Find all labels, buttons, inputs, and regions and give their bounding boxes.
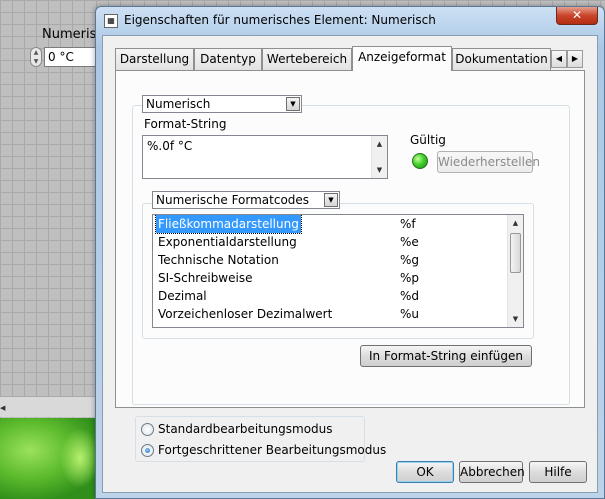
list-item[interactable]: SI-Schreibweise %p — [156, 269, 516, 287]
scroll-up-icon[interactable]: ▲ — [372, 136, 387, 152]
close-button[interactable]: ✕ — [556, 7, 598, 25]
format-codes-select-value: Numerische Formatcodes — [156, 193, 310, 207]
radio-button-checked[interactable] — [141, 444, 154, 457]
format-codes-scrollbar[interactable]: ▲ ▼ — [507, 215, 523, 327]
list-item[interactable]: Fließkommadarstellung %f — [155, 215, 516, 234]
scroll-thumb[interactable] — [510, 233, 521, 273]
dialog-client-area: Darstellung Datentyp Wertebereich Anzeig… — [102, 35, 598, 493]
tab-datentyp[interactable]: Datentyp — [194, 48, 262, 70]
tab-anzeigeformat[interactable]: Anzeigeformat — [352, 46, 452, 71]
list-item[interactable]: Exponentialdarstellung %e — [156, 233, 516, 251]
format-string-label: Format-String — [144, 117, 227, 131]
scroll-down-icon[interactable]: ▼ — [372, 162, 387, 178]
type-select[interactable]: Numerisch ▼ — [142, 95, 302, 113]
window-app-icon: ▦ — [104, 14, 118, 28]
close-icon: ✕ — [571, 8, 583, 22]
radio-button[interactable] — [141, 423, 154, 436]
window-title: Eigenschaften für numerisches Element: N… — [124, 13, 436, 27]
edit-mode-group: Standardbearbeitungsmodus Fortgeschritte… — [135, 416, 386, 462]
tab-scroll-buttons: ◀ ▶ — [551, 50, 583, 68]
tab-wertebereich[interactable]: Wertebereich — [262, 48, 352, 70]
cancel-button[interactable]: Abbrechen — [459, 461, 525, 483]
type-select-value: Numerisch — [146, 97, 211, 111]
tab-dokumentation[interactable]: Dokumentation — [452, 48, 551, 70]
format-string-input[interactable]: %.0f °C ▲ ▼ — [142, 135, 388, 179]
list-item[interactable]: Technische Notation %g — [156, 251, 516, 269]
format-string-value: %.0f °C — [147, 139, 193, 153]
scroll-left-icon[interactable]: ◀ — [0, 404, 5, 412]
format-string-scrollbar[interactable]: ▲ ▼ — [371, 136, 387, 178]
tab-scroll-right-icon[interactable]: ▶ — [567, 50, 583, 68]
ok-button[interactable]: OK — [396, 461, 454, 483]
list-item[interactable]: Dezimal %d — [156, 287, 516, 305]
list-item[interactable]: Vorzeichenloser Dezimalwert %u — [156, 305, 516, 323]
scroll-up-icon[interactable]: ▲ — [508, 215, 523, 231]
chevron-down-icon[interactable]: ▼ — [324, 193, 338, 207]
panel-scrollbar[interactable] — [0, 397, 100, 417]
tab-darstellung[interactable]: Darstellung — [115, 48, 194, 70]
restore-button[interactable]: Wiederherstellen — [437, 151, 540, 173]
valid-led-icon — [412, 153, 428, 169]
desktop-wallpaper — [0, 418, 100, 499]
scroll-down-icon[interactable]: ▼ — [508, 311, 523, 327]
tab-scroll-left-icon[interactable]: ◀ — [551, 50, 567, 68]
chevron-down-icon[interactable]: ▼ — [286, 97, 300, 111]
valid-label: Gültig — [410, 133, 446, 147]
tab-page-anzeigeformat: Numerisch ▼ Format-String %.0f °C ▲ ▼ Gü… — [115, 70, 585, 408]
properties-dialog: ▦ Eigenschaften für numerisches Element:… — [95, 6, 605, 499]
format-codes-list[interactable]: Fließkommadarstellung %f Exponentialdars… — [152, 214, 524, 328]
increment-decrement-icon[interactable]: ▲ ▼ — [30, 47, 42, 67]
insert-into-format-string-button[interactable]: In Format-String einfügen — [360, 345, 532, 367]
title-bar[interactable]: ▦ Eigenschaften für numerisches Element:… — [96, 7, 604, 35]
format-codes-select[interactable]: Numerische Formatcodes ▼ — [152, 191, 340, 209]
help-button[interactable]: Hilfe — [529, 461, 587, 483]
